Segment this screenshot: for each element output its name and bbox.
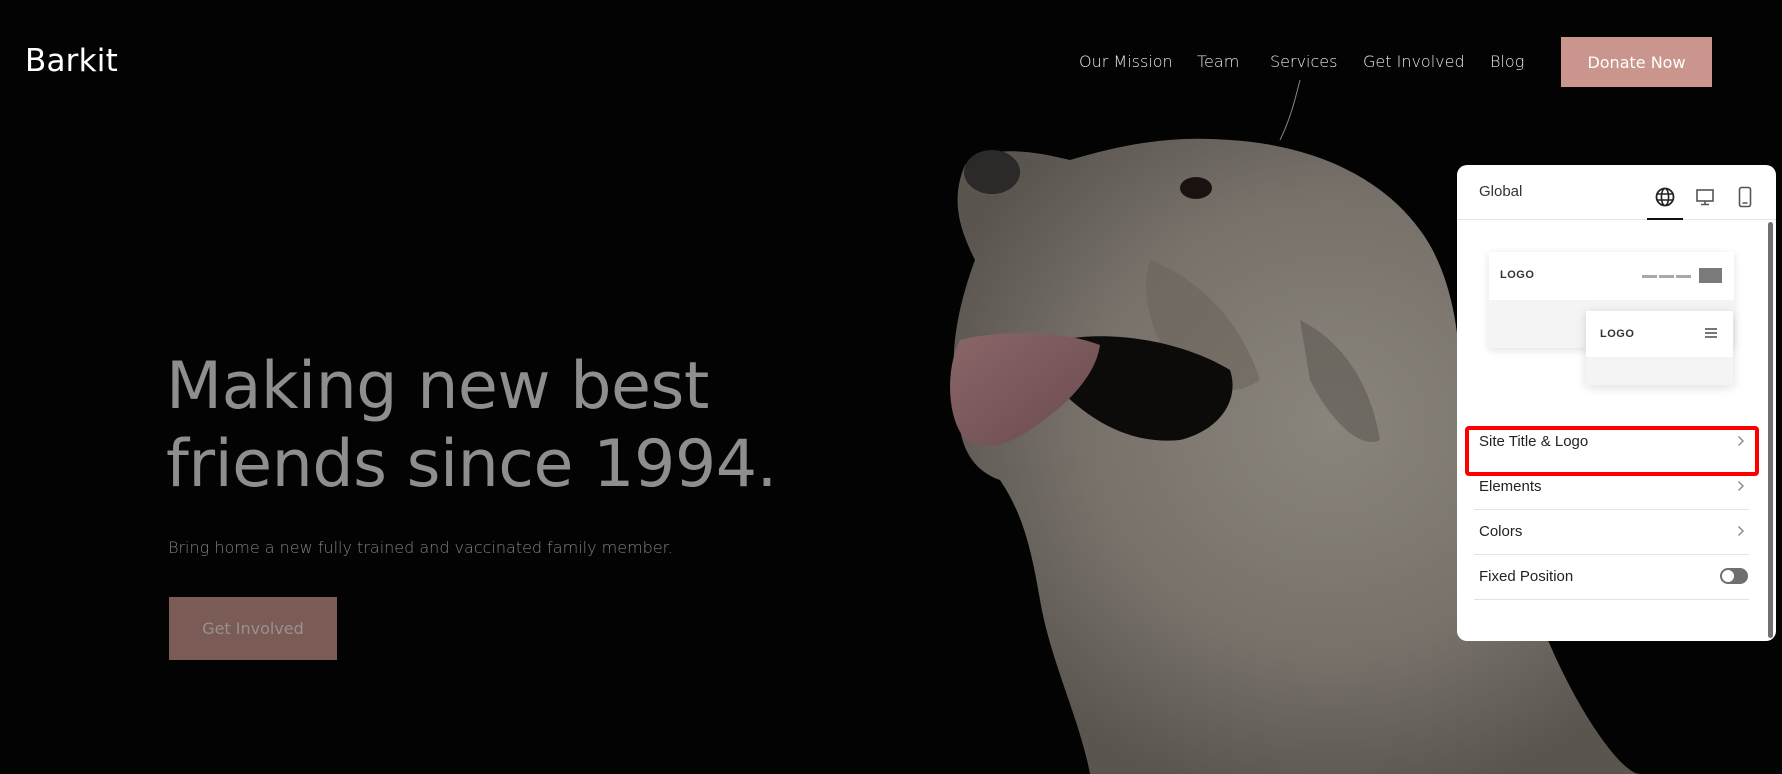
nav-link-get-involved[interactable]: Get Involved bbox=[1363, 52, 1465, 71]
chevron-right-icon bbox=[1738, 526, 1744, 536]
mobile-layout-preview[interactable]: LOGO bbox=[1586, 311, 1733, 385]
header-settings-panel: Global LOGO LOGO Site Title & Logo Eleme… bbox=[1457, 165, 1776, 641]
hero-heading: Making new best friends since 1994. bbox=[166, 348, 777, 504]
panel-title: Global bbox=[1479, 183, 1523, 200]
panel-scrollbar[interactable] bbox=[1768, 222, 1773, 638]
panel-header: Global bbox=[1457, 165, 1776, 220]
donate-now-button[interactable]: Donate Now bbox=[1561, 37, 1712, 87]
menu-item-elements[interactable]: Elements bbox=[1474, 464, 1749, 510]
menu-item-label: Colors bbox=[1479, 523, 1523, 540]
chevron-right-icon bbox=[1738, 481, 1744, 491]
dog-nose bbox=[964, 150, 1020, 194]
tab-desktop[interactable] bbox=[1687, 175, 1723, 219]
toggle-knob bbox=[1722, 570, 1734, 582]
site-title[interactable]: Barkit bbox=[25, 43, 118, 79]
nav-link-blog[interactable]: Blog bbox=[1490, 52, 1524, 71]
hero-heading-line-1: Making new best bbox=[166, 349, 709, 424]
desktop-preview-logo: LOGO bbox=[1500, 269, 1535, 281]
desktop-icon bbox=[1696, 189, 1714, 206]
hero-heading-line-2: friends since 1994. bbox=[166, 427, 777, 502]
mobile-icon bbox=[1738, 186, 1752, 208]
tab-global[interactable] bbox=[1647, 175, 1683, 220]
hero-subheading: Bring home a new fully trained and vacci… bbox=[168, 538, 673, 557]
preview-nav-line bbox=[1676, 275, 1691, 278]
preview-button-block bbox=[1699, 268, 1722, 283]
nav-link-team[interactable]: Team bbox=[1197, 52, 1239, 71]
nav-link-services[interactable]: Services bbox=[1270, 52, 1337, 71]
menu-item-fixed-position: Fixed Position bbox=[1474, 554, 1749, 600]
mobile-preview-logo: LOGO bbox=[1600, 328, 1635, 340]
fixed-position-toggle[interactable] bbox=[1720, 568, 1748, 584]
mobile-preview-header: LOGO bbox=[1586, 311, 1733, 357]
preview-nav-line bbox=[1659, 275, 1674, 278]
get-involved-button[interactable]: Get Involved bbox=[169, 597, 337, 660]
menu-item-colors[interactable]: Colors bbox=[1474, 509, 1749, 555]
menu-item-label: Fixed Position bbox=[1479, 568, 1574, 585]
nav-link-our-mission[interactable]: Our Mission bbox=[1079, 52, 1173, 71]
preview-nav-line bbox=[1642, 275, 1657, 278]
tab-mobile[interactable] bbox=[1727, 175, 1763, 219]
dog-eye bbox=[1180, 177, 1212, 199]
menu-item-label: Elements bbox=[1479, 478, 1542, 495]
desktop-preview-header: LOGO bbox=[1489, 252, 1734, 300]
globe-icon bbox=[1655, 187, 1675, 207]
